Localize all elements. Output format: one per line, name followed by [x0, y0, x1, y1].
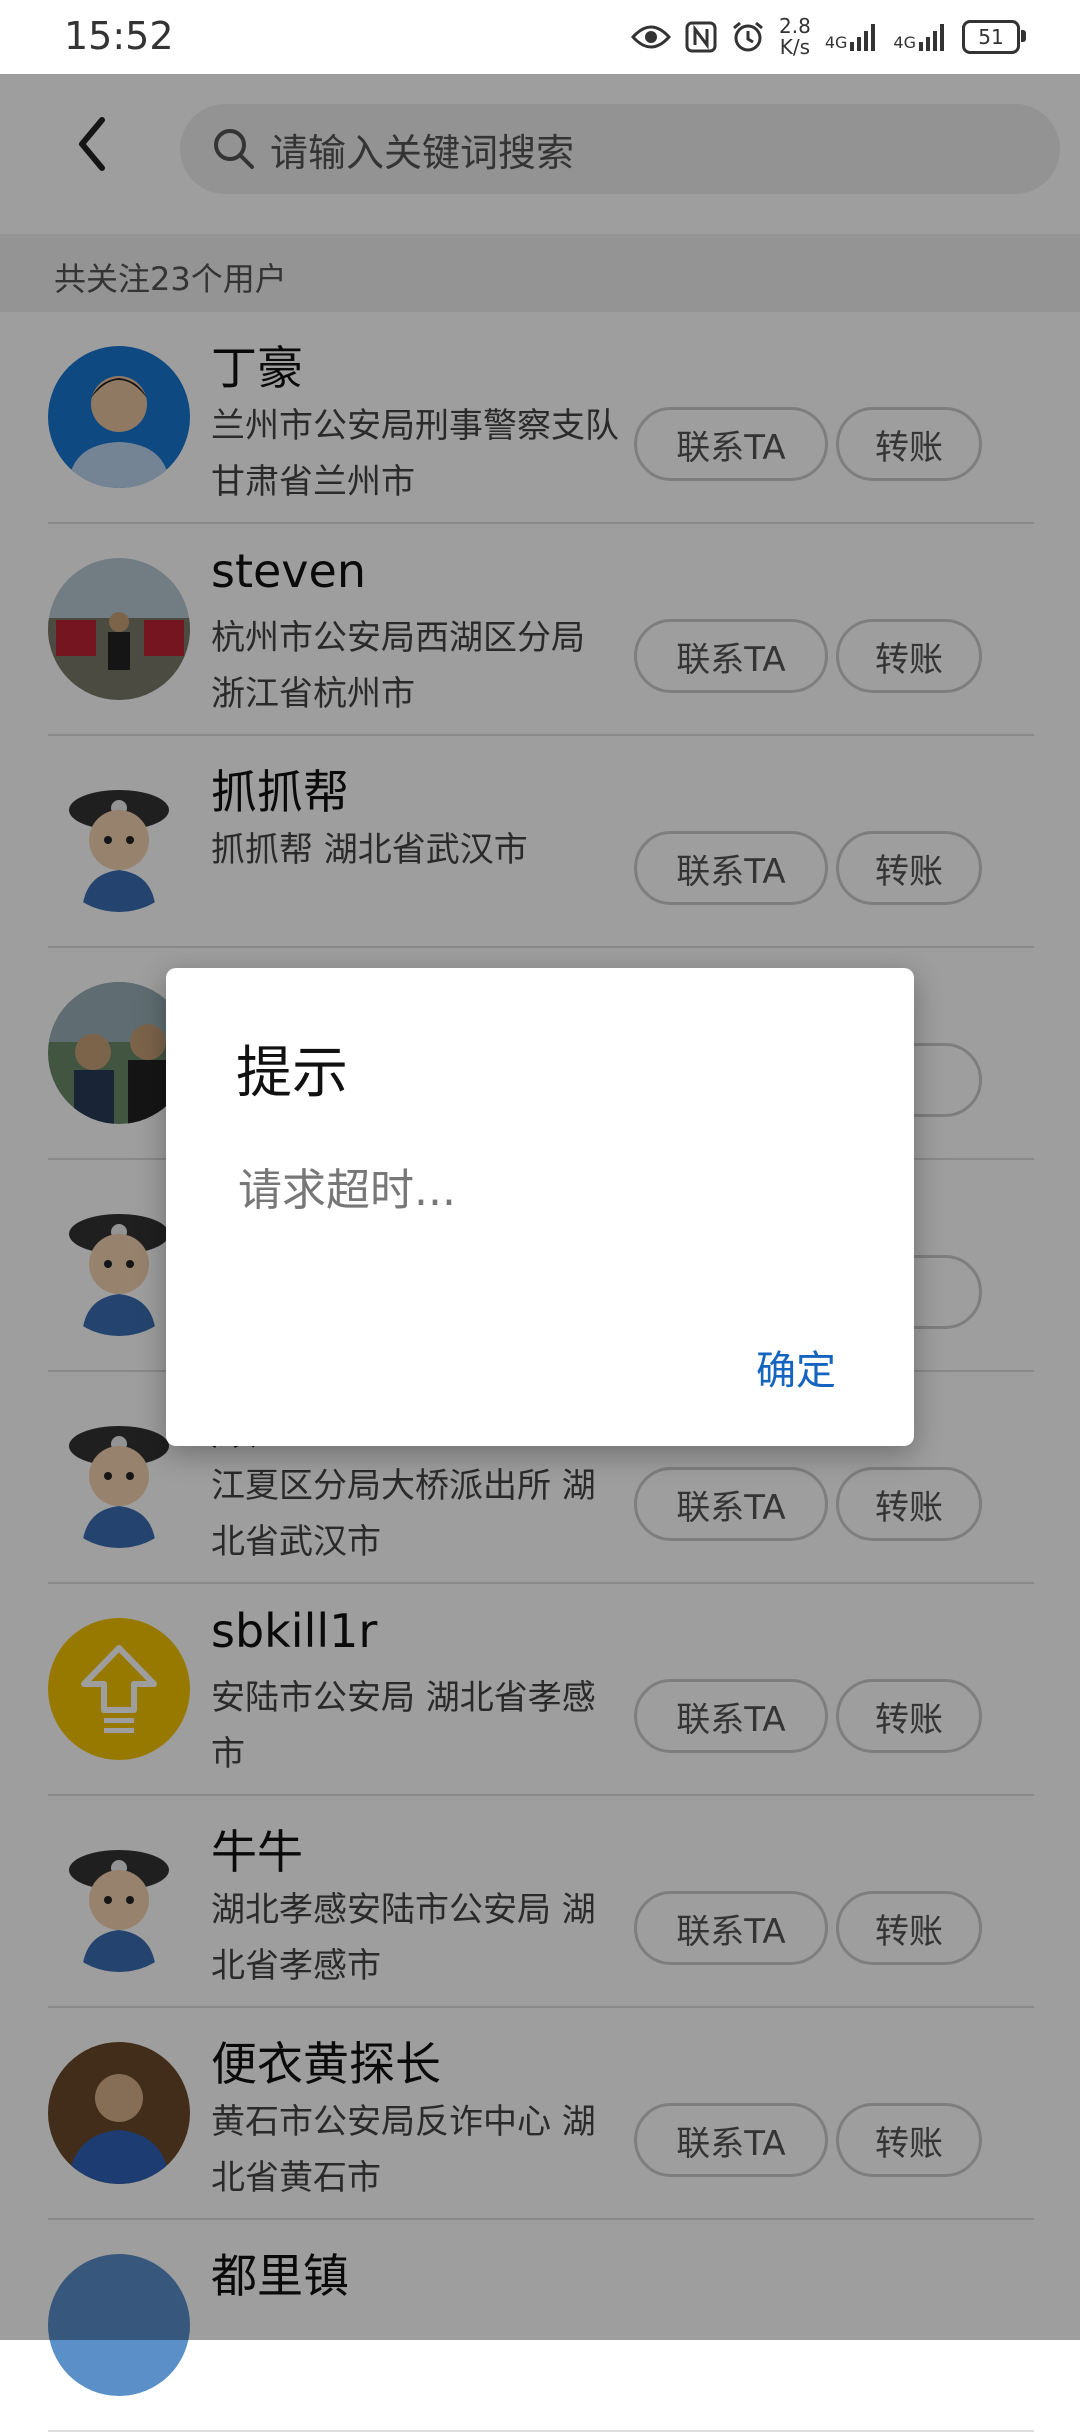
signal-2-label: 4G	[893, 33, 916, 52]
nfc-icon	[685, 21, 717, 53]
status-time: 15:52	[64, 14, 174, 58]
status-icons: 2.8 K/s 4G 4G 51	[631, 14, 1026, 60]
alert-dialog: 提示 请求超时... 确定	[166, 968, 914, 1446]
eye-icon	[631, 25, 672, 49]
network-speed: 2.8 K/s	[779, 16, 811, 58]
alarm-icon	[733, 21, 763, 52]
status-bar: 15:52 2.8 K/s 4G 4G 51	[0, 0, 1080, 74]
dialog-title: 提示	[236, 1041, 348, 1106]
signal-1-label: 4G	[824, 33, 848, 52]
battery-icon: 51	[962, 20, 1026, 54]
net-speed-unit: K/s	[779, 35, 811, 59]
signal-1: 4G	[825, 22, 880, 52]
net-speed-value: 2.8	[779, 14, 811, 38]
signal-bars-icon	[850, 24, 876, 51]
battery-level: 51	[978, 25, 1004, 49]
signal-2: 4G	[893, 22, 948, 52]
signal-bars-icon	[919, 24, 944, 51]
confirm-button[interactable]: 确定	[756, 1338, 836, 1396]
dialog-message: 请求超时...	[238, 1165, 456, 1216]
